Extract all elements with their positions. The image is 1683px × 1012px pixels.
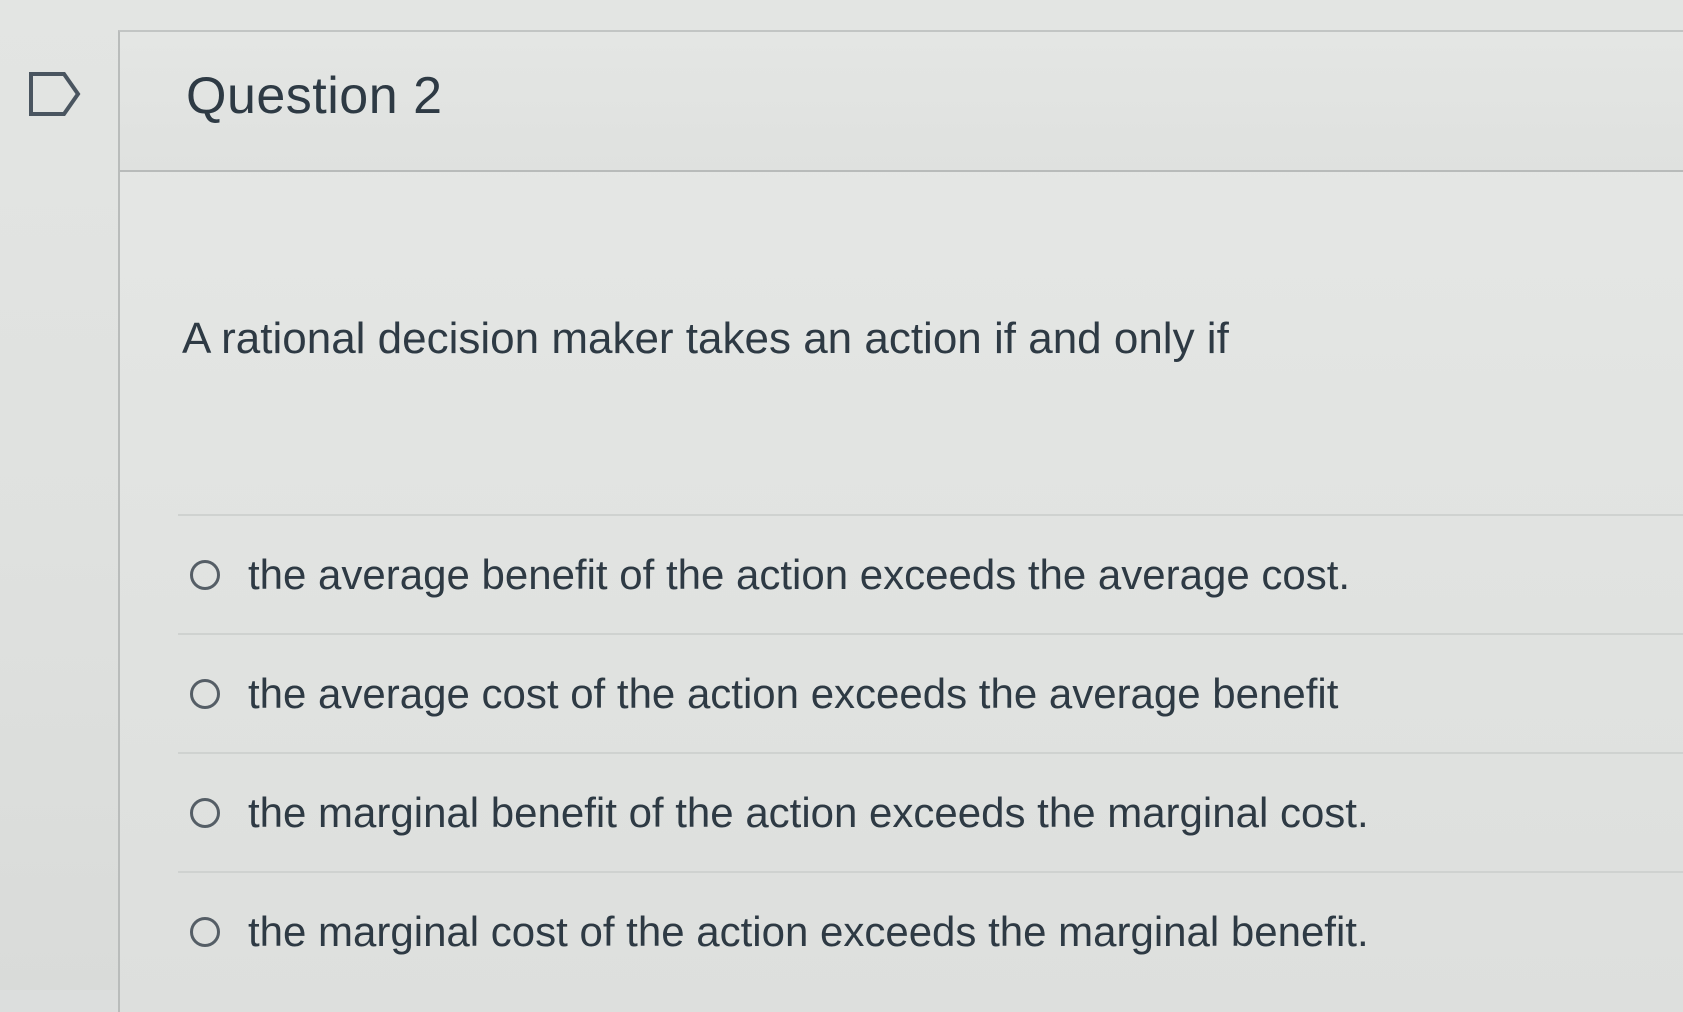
- answer-option[interactable]: the average benefit of the action exceed…: [178, 514, 1683, 633]
- answer-option[interactable]: the marginal benefit of the action excee…: [178, 752, 1683, 871]
- radio-button-icon[interactable]: [190, 678, 220, 709]
- answer-label: the marginal benefit of the action excee…: [248, 788, 1369, 836]
- answer-option[interactable]: the marginal cost of the action exceeds …: [178, 871, 1683, 990]
- quiz-page: Question 2 A rational decision maker tak…: [0, 0, 1683, 1012]
- answer-label: the average benefit of the action exceed…: [248, 550, 1351, 598]
- radio-button-icon[interactable]: [190, 916, 220, 947]
- question-prompt: A rational decision maker takes an actio…: [182, 314, 1229, 363]
- answer-label: the average cost of the action exceeds t…: [248, 669, 1339, 717]
- radio-button-icon[interactable]: [190, 797, 220, 828]
- answer-list: the average benefit of the action exceed…: [178, 514, 1683, 990]
- question-title: Question 2: [186, 67, 443, 125]
- answer-label: the marginal cost of the action exceeds …: [248, 907, 1369, 955]
- question-header: Question 2: [120, 32, 1683, 172]
- question-card: Question 2 A rational decision maker tak…: [118, 30, 1683, 1012]
- radio-button-icon[interactable]: [190, 559, 220, 590]
- answer-option[interactable]: the average cost of the action exceeds t…: [178, 633, 1683, 752]
- flag-question-icon[interactable]: [28, 68, 82, 120]
